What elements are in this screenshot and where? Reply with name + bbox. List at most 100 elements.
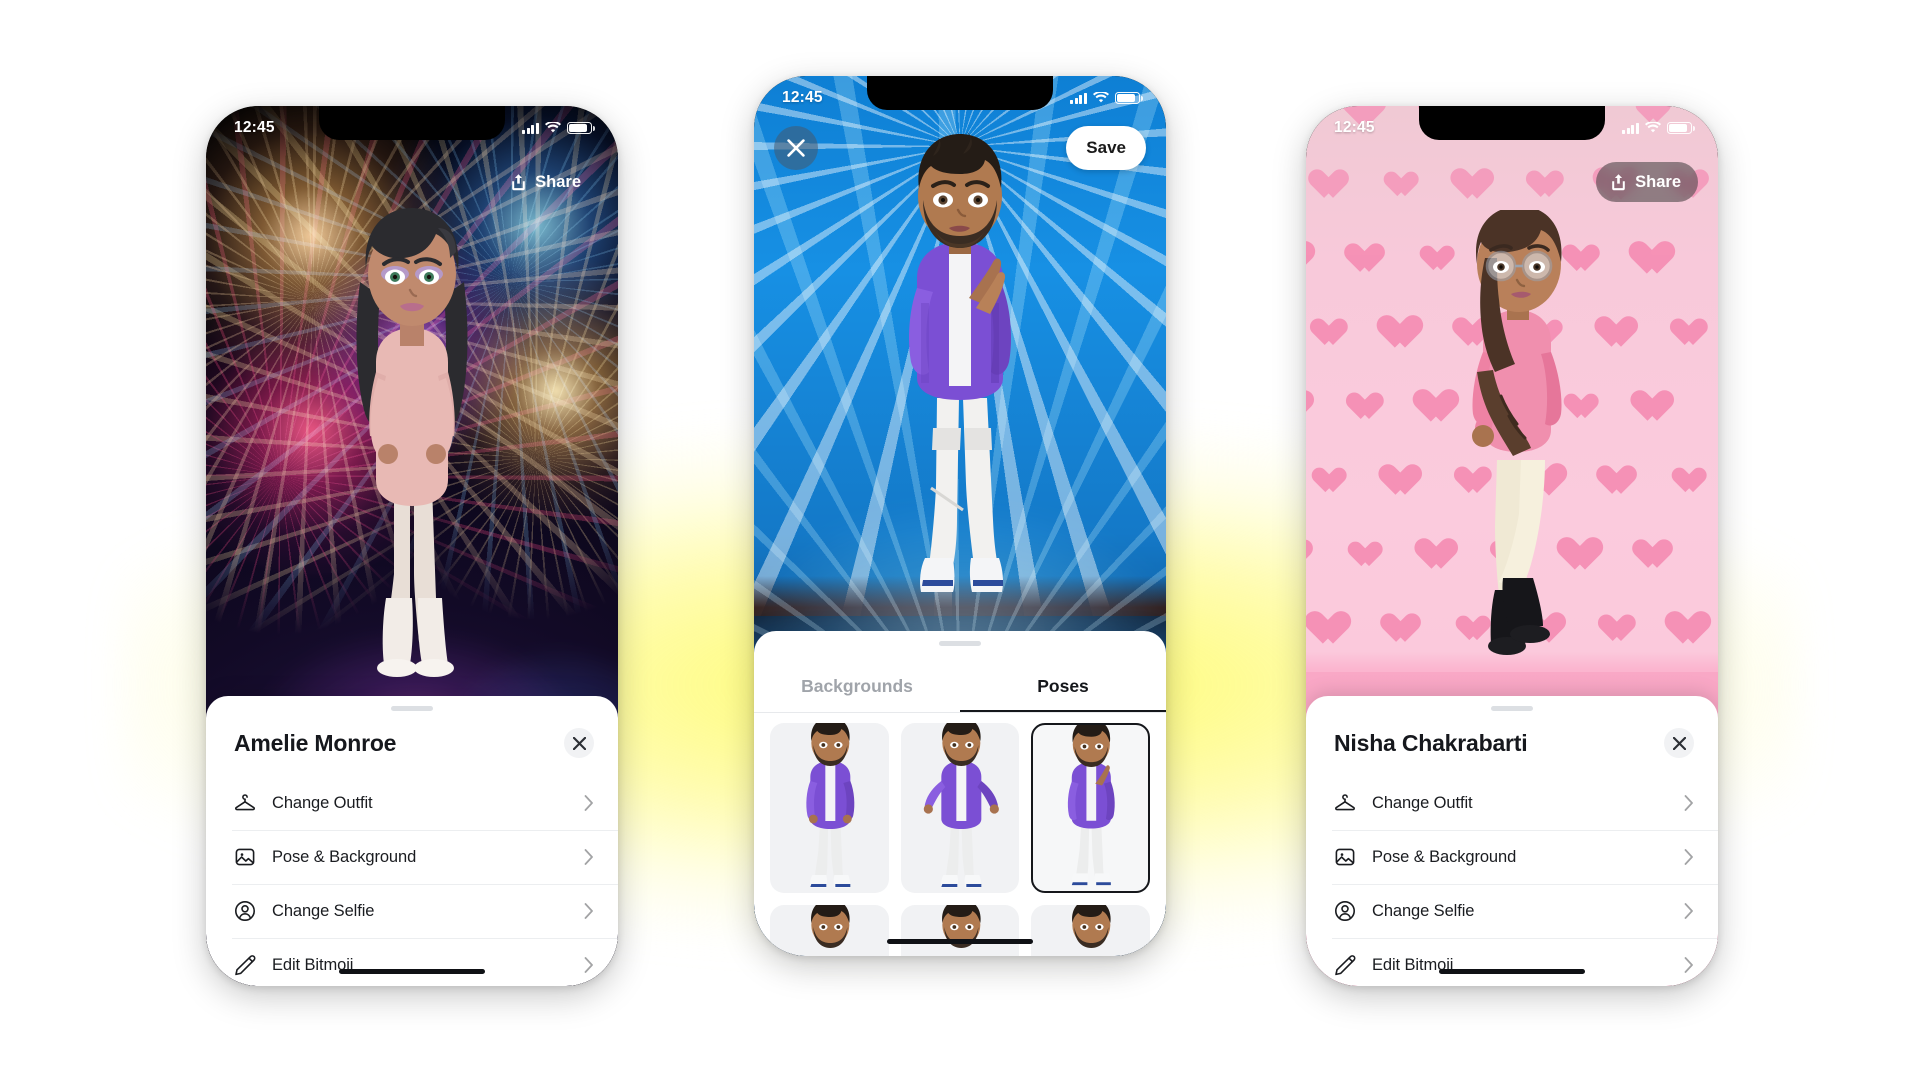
chevron-right-icon [1684,795,1693,811]
menu-item-label: Pose & Background [272,847,417,866]
heart-icon [1679,468,1708,494]
share-button[interactable]: Share [496,162,598,202]
close-button[interactable] [1664,728,1694,758]
tab-backgrounds[interactable]: Backgrounds [754,659,960,713]
pose-card-6[interactable] [1031,905,1150,956]
heart-icon [1677,319,1708,348]
phone-left: 12:45 Share Amelie Monroe Change Outfit … [206,106,618,986]
share-upload-icon [512,174,525,191]
heart-icon [1640,540,1674,571]
menu-item-edit-bitmoji[interactable]: Edit Bitmoji [206,938,618,986]
status-icons [522,122,595,134]
heart-icon [1639,391,1675,424]
close-icon [1672,736,1686,750]
menu-item-pose-and-background[interactable]: Pose & Background [1306,830,1718,884]
cellular-signal-icon [522,122,539,134]
status-time: 12:45 [782,89,823,106]
battery-icon [1667,122,1695,134]
menu-item-change-outfit[interactable]: Change Outfit [1306,776,1718,830]
pose-thumbnail [806,723,855,888]
cellular-signal-icon [1070,92,1087,104]
share-button[interactable]: Share [1596,162,1698,202]
sheet-grabber[interactable] [939,641,981,646]
heart-icon [1352,244,1386,275]
menu-list: Change Outfit Pose & Background Change S… [206,776,618,986]
menu-item-label: Pose & Background [1372,847,1517,866]
pose-card-5[interactable] [900,905,1020,956]
chevron-right-icon [1684,903,1693,919]
bottom-sheet: Nisha Chakrabarti Change Outfit Pose & B… [1306,696,1718,986]
status-icons [1622,122,1695,134]
menu-item-pose-and-background[interactable]: Pose & Background [206,830,618,884]
save-button[interactable]: Save [1066,126,1146,170]
save-label: Save [1086,138,1126,157]
home-indicator [1439,968,1585,974]
pencil-icon [232,952,258,978]
battery-icon [567,122,595,134]
heart-icon [1638,242,1676,277]
bottom-sheet: Backgrounds Poses [754,631,1166,956]
close-button[interactable] [774,126,818,170]
pose-thumbnail [1072,905,1111,948]
heart-icon [1314,612,1352,647]
phone-center: 12:45 Save Backgrounds Poses [754,76,1166,956]
heart-icon [1306,242,1316,277]
cellular-signal-icon [1622,122,1639,134]
heart-icon [1533,171,1564,200]
phone-left-screen: 12:45 Share Amelie Monroe Change Outfit … [206,106,618,986]
image-icon [232,844,258,870]
close-icon [787,139,805,157]
status-time: 12:45 [234,119,275,136]
wifi-icon [1645,122,1661,133]
phone-notch [1419,106,1605,140]
phone-center-screen: 12:45 Save Backgrounds Poses [754,76,1166,956]
heart-icon [1355,542,1384,568]
pencil-icon [1332,952,1358,978]
chevron-right-icon [584,795,593,811]
pose-card-2[interactable] [900,723,1020,893]
phone-right: 12:45 Share Nisha Chakrabarti Change Out… [1306,106,1718,986]
menu-item-change-outfit[interactable]: Change Outfit [206,776,618,830]
heart-icon [1316,170,1350,201]
pose-grid [770,723,1150,956]
status-time: 12:45 [1334,119,1375,136]
pose-card-1[interactable] [770,723,889,893]
close-button[interactable] [564,728,594,758]
chevron-right-icon [584,957,593,973]
page-title: Nisha Chakrabarti [1334,730,1528,756]
hanger-icon [232,790,258,816]
pose-thumbnail [941,905,981,948]
chevron-right-icon [1684,849,1693,865]
close-icon [572,736,586,750]
nisha-chakrabarti-avatar [1472,210,1562,655]
phone-right-screen: 12:45 Share Nisha Chakrabarti Change Out… [1306,106,1718,986]
chevron-right-icon [1684,957,1693,973]
heart-icon [1353,393,1384,422]
share-label: Share [1635,172,1681,191]
menu-item-label: Change Selfie [272,901,375,920]
tab-label: Poses [1037,675,1089,696]
status-icons [1070,92,1143,104]
battery-icon [1115,92,1143,104]
hanger-icon [1332,790,1358,816]
tab-poses[interactable]: Poses [960,659,1166,713]
pose-card-4[interactable] [770,905,889,956]
share-upload-icon [1612,174,1625,191]
phone-notch [319,106,505,140]
amelie-monroe-avatar [356,208,468,677]
male-avatar-praying-pose [909,132,1011,592]
sheet-grabber[interactable] [391,706,433,711]
heart-icon [1319,468,1348,494]
menu-item-change-selfie[interactable]: Change Selfie [206,884,618,938]
sheet-grabber[interactable] [1491,706,1533,711]
portrait-icon [1332,898,1358,924]
tab-label: Backgrounds [801,675,913,696]
phone-notch [867,76,1053,110]
menu-item-change-selfie[interactable]: Change Selfie [1306,884,1718,938]
page-title: Amelie Monroe [234,730,397,756]
pose-thumbnail [811,905,850,948]
pose-card-3-selected[interactable] [1031,723,1150,893]
pose-thumbnail [1068,725,1116,887]
menu-item-edit-bitmoji[interactable]: Edit Bitmoji [1306,938,1718,986]
home-indicator [887,938,1033,944]
